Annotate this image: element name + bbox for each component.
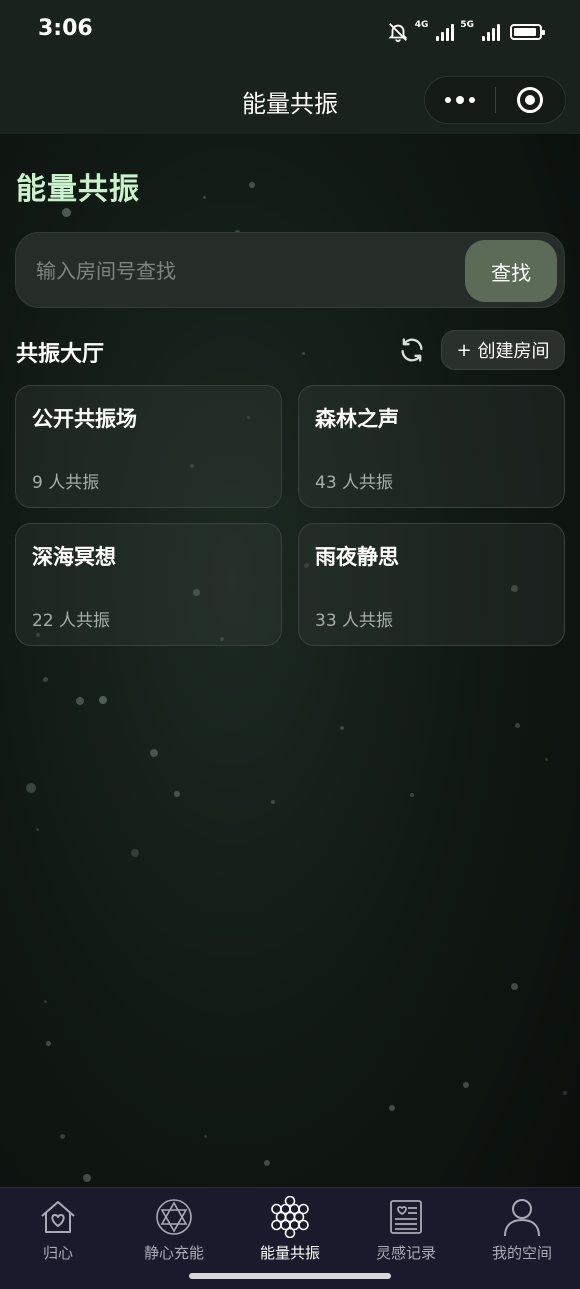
network-5g-label: 5G <box>460 20 474 30</box>
tab-label: 能量共振 <box>259 1244 320 1262</box>
journal-icon <box>390 1200 422 1234</box>
hexagram-icon <box>156 1199 192 1235</box>
status-time: 3:06 <box>38 16 93 41</box>
tab-home[interactable]: 归心 <box>0 1188 116 1289</box>
search-bar: 查找 <box>15 232 565 308</box>
more-button[interactable] <box>425 77 495 123</box>
room-count: 33 人共振 <box>315 611 394 631</box>
room-name: 雨夜静思 <box>315 545 399 569</box>
status-bar: 3:06 4G 5G <box>0 0 580 66</box>
page-heading: 能量共振 <box>16 172 140 207</box>
room-card[interactable]: 公开共振场 9 人共振 <box>15 385 282 508</box>
network-4g-label: 4G <box>414 20 429 30</box>
nav-bar: 能量共振 <box>0 66 580 134</box>
close-button[interactable] <box>496 77 566 123</box>
bell-muted-icon <box>388 23 408 43</box>
room-count: 9 人共振 <box>32 473 100 493</box>
create-room-button[interactable]: + 创建房间 <box>441 330 565 370</box>
battery-icon <box>510 24 545 40</box>
user-icon <box>504 1199 540 1237</box>
more-dots-icon <box>444 96 475 104</box>
home-heart-icon <box>41 1201 75 1233</box>
room-count: 22 人共振 <box>32 611 111 631</box>
search-button[interactable]: 查找 <box>465 240 557 302</box>
status-icons: 4G 5G <box>387 20 545 44</box>
close-ring-icon <box>517 87 544 113</box>
create-room-label: 创建房间 <box>477 341 550 362</box>
plus-icon: + <box>456 339 472 361</box>
room-card[interactable]: 雨夜静思 33 人共振 <box>298 523 565 646</box>
room-card[interactable]: 森林之声 43 人共振 <box>298 385 565 508</box>
tab-label: 灵感记录 <box>375 1244 436 1262</box>
search-input[interactable] <box>36 253 456 289</box>
signal-icon <box>436 23 455 41</box>
signal-icon <box>482 23 500 41</box>
room-count: 43 人共振 <box>315 473 394 493</box>
tab-profile[interactable]: 我的空间 <box>464 1188 580 1289</box>
room-name: 森林之声 <box>315 407 399 431</box>
tab-label: 归心 <box>42 1244 73 1262</box>
tab-label: 静心充能 <box>143 1244 204 1262</box>
mini-program-capsule <box>424 76 566 124</box>
section-title: 共振大厅 <box>16 342 105 367</box>
room-card[interactable]: 深海冥想 22 人共振 <box>15 523 282 646</box>
tab-label: 我的空间 <box>491 1244 552 1262</box>
refresh-icon[interactable] <box>398 336 426 364</box>
room-name: 深海冥想 <box>32 545 116 569</box>
home-indicator <box>189 1273 391 1279</box>
room-grid: 公开共振场 9 人共振 森林之声 43 人共振 深海冥想 22 人共振 雨夜静思… <box>15 385 565 646</box>
room-name: 公开共振场 <box>32 407 137 431</box>
honeycomb-icon <box>271 1196 309 1238</box>
